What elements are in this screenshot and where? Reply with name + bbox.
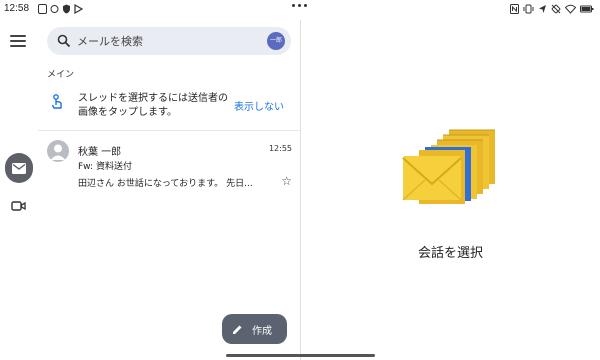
detail-pane: 会話を選択: [301, 20, 600, 360]
gesture-bar[interactable]: [226, 354, 375, 357]
sender-avatar[interactable]: [47, 140, 69, 162]
wifi-icon: [565, 4, 576, 14]
email-snippet: 田辺さん お世話になっております。 先日...: [78, 179, 253, 189]
menu-icon[interactable]: [10, 35, 26, 47]
search-bar[interactable]: 一郎: [47, 27, 291, 55]
shield-icon: [63, 4, 70, 14]
mail-list-pane: 一郎 メイン スレッドを選択するには送信者の画像をタップします。 表示しない 秋…: [38, 20, 300, 360]
navigation-rail: [0, 20, 38, 360]
status-time: 12:58: [4, 3, 30, 14]
envelopes-illustration: [402, 129, 495, 204]
location-icon: [539, 5, 546, 13]
email-time: 12:55: [268, 144, 292, 153]
divider: [38, 130, 300, 131]
assistant-icon: [38, 4, 47, 14]
status-right-icons: [510, 4, 594, 14]
pencil-icon: [233, 325, 242, 334]
touch-icon: [51, 94, 62, 109]
dismiss-tip-button[interactable]: 表示しない: [234, 98, 284, 113]
email-row[interactable]: 秋葉 一郎 12:55 Fw: 資料送付 田辺さん お世話になっております。 先…: [38, 134, 300, 192]
play-icon: [74, 4, 83, 14]
person-icon: [50, 144, 66, 160]
empty-state-label: 会話を選択: [417, 246, 483, 261]
nfc-icon: [510, 4, 519, 14]
rotate-icon: [551, 4, 561, 14]
meet-rail-button[interactable]: [11, 197, 27, 211]
circle-icon: [50, 5, 59, 13]
star-icon[interactable]: ☆: [281, 174, 292, 188]
mail-rail-button[interactable]: [5, 153, 33, 183]
email-sender: 秋葉 一郎: [78, 147, 122, 158]
account-avatar[interactable]: 一郎: [267, 32, 285, 50]
status-left-icons: [38, 4, 83, 14]
tip-text: スレッドを選択するには送信者の画像をタップします。: [78, 93, 228, 118]
window-handle-dots[interactable]: [292, 4, 307, 7]
email-subject: Fw: 資料送付: [78, 162, 132, 172]
battery-icon: [580, 5, 594, 13]
compose-label: 作成: [252, 325, 272, 337]
compose-button[interactable]: 作成: [222, 314, 287, 344]
video-icon: [11, 201, 26, 211]
vibrate-icon: [523, 4, 534, 14]
section-label: メイン: [47, 70, 75, 80]
mail-icon: [12, 162, 26, 174]
status-bar: 12:58: [0, 0, 600, 20]
tip-banner: スレッドを選択するには送信者の画像をタップします。 表示しない: [38, 84, 300, 128]
search-input[interactable]: [77, 31, 257, 51]
search-icon: [57, 34, 71, 48]
